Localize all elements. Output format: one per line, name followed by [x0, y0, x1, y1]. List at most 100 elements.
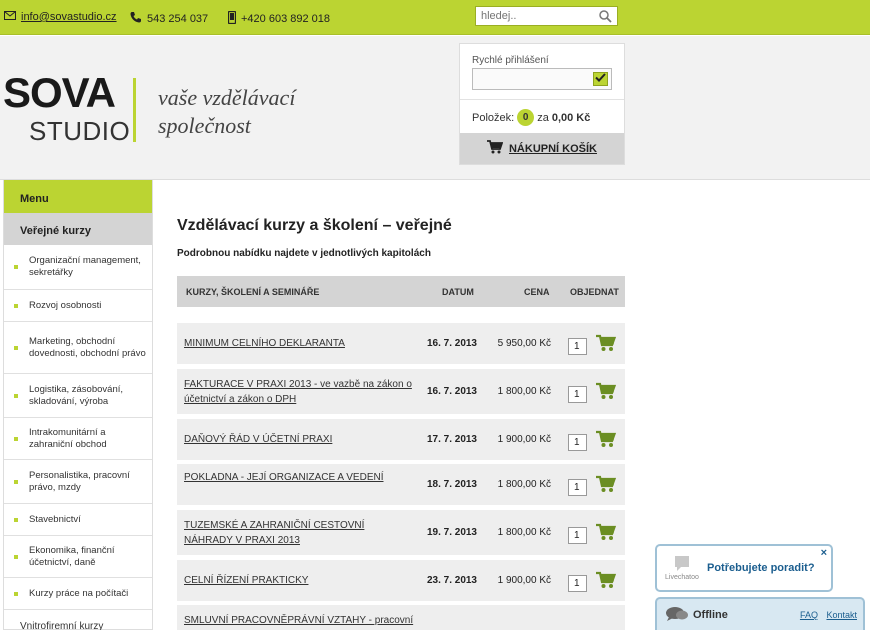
cart-bar[interactable]: NÁKUPNÍ KOŠÍK [460, 133, 624, 164]
course-date: 23. 7. 2013 [426, 574, 477, 586]
bullet-icon [14, 517, 18, 522]
add-to-cart-icon[interactable] [596, 571, 617, 592]
mobile-contact: +420 603 892 018 [227, 10, 331, 27]
sidebar-item-hr[interactable]: Personalistika, pracovní právo, mzdy [4, 460, 152, 504]
quick-login-input[interactable] [472, 68, 612, 90]
tagline-line-1: vaše vzdělávací [158, 85, 296, 110]
course-link[interactable]: DAŇOVÝ ŘÁD V ÚČETNÍ PRAXI [184, 432, 414, 447]
logo-divider [133, 78, 136, 142]
envelope-icon [4, 11, 16, 23]
chat-invite-bubble[interactable]: Livechatoo Potřebujete poradit? × [655, 544, 833, 592]
chat-brand: Livechatoo [665, 574, 699, 581]
sidebar-item-computer-courses[interactable]: Kurzy práce na počítači [4, 578, 152, 610]
quantity-input[interactable]: 1 [568, 433, 587, 451]
close-icon[interactable]: × [821, 547, 827, 559]
course-link[interactable]: TUZEMSKÉ A ZAHRANIČNÍ CESTOVNÍ NÁHRADY V… [184, 518, 414, 548]
email-contact: info@sovastudio.cz [4, 11, 117, 23]
quantity-input[interactable]: 1 [568, 574, 587, 592]
items-label: Položek: [472, 111, 515, 124]
tagline: vaše vzdělávací společnost [158, 84, 295, 140]
chat-links: FAQ Kontakt [794, 610, 857, 620]
table-row: MINIMUM CELNÍHO DEKLARANTA 16. 7. 2013 5 9… [177, 323, 625, 364]
sidebar-item-foreign-trade[interactable]: Intrakomunitární a zahraniční obchod [4, 418, 152, 460]
table-row: FAKTURACE V PRAXI 2013 - ve vazbě na zák… [177, 369, 625, 414]
cart-count-badge: 0 [517, 109, 535, 126]
column-header-name: KURZY, ŠKOLENÍ A SEMINÁŘE [186, 287, 320, 297]
items-for-label: za [537, 111, 549, 124]
email-link[interactable]: info@sovastudio.cz [21, 11, 117, 23]
logo-studio[interactable]: STUDIO [29, 118, 130, 144]
faq-link[interactable]: FAQ [800, 610, 818, 620]
phone-number: 543 254 037 [147, 12, 209, 25]
sidebar-item-logistics[interactable]: Logistika, zásobování, skladování, výrob… [4, 374, 152, 418]
course-price: 1 900,00 Kč [497, 574, 551, 586]
table-row: TUZEMSKÉ A ZAHRANIČNÍ CESTOVNÍ NÁHRADY V… [177, 510, 625, 555]
table-row: CELNÍ ŘÍZENÍ PRAKTICKY 23. 7. 2013 1 900,0… [177, 560, 625, 601]
course-price: 1 800,00 Kč [497, 478, 551, 490]
column-header-price: CENA [524, 287, 550, 297]
add-to-cart-icon[interactable] [596, 475, 617, 496]
quantity-input[interactable]: 1 [568, 337, 587, 355]
sidebar-item-construction[interactable]: Stavebnictví [4, 504, 152, 536]
course-link[interactable]: POKLADNA - JEJÍ ORGANIZACE A VEDENÍ [184, 470, 414, 485]
course-date: 17. 7. 2013 [426, 433, 477, 445]
column-header-date: DATUM [442, 287, 474, 297]
table-header: KURZY, ŠKOLENÍ A SEMINÁŘE DATUM CENA OBJ… [177, 276, 625, 307]
divider [460, 99, 624, 100]
contact-link[interactable]: Kontakt [826, 610, 857, 620]
sidebar-item-management[interactable]: Organizační management, sekretářky [4, 245, 152, 290]
bullet-icon [14, 479, 18, 484]
sidebar-item-inhouse-courses[interactable]: Vnitrofiremní kurzy [4, 610, 152, 630]
cart-summary: Položek: 0 za 0,00 Kč [472, 109, 590, 126]
chat-question[interactable]: Potřebujete poradit? [707, 562, 815, 574]
cart-link[interactable]: NÁKUPNÍ KOŠÍK [509, 143, 597, 155]
course-price: 1 800,00 Kč [497, 385, 551, 397]
sidebar-category-public-courses[interactable]: Veřejné kurzy [4, 213, 152, 245]
phone-icon [130, 11, 142, 26]
login-box: Rychlé přihlášení Položek: 0 za 0,00 Kč … [459, 43, 625, 165]
add-to-cart-icon[interactable] [596, 523, 617, 544]
course-date: 16. 7. 2013 [426, 337, 477, 349]
sidebar-item-label: Ekonomika, finanční účetnictví, daně [29, 544, 115, 568]
course-link[interactable]: FAKTURACE V PRAXI 2013 - ve vazbě na zák… [184, 377, 414, 407]
course-link[interactable]: CELNÍ ŘÍZENÍ PRAKTICKY [184, 573, 414, 588]
sidebar-item-label: Organizační management, sekretářky [29, 255, 141, 278]
sidebar-item-economics[interactable]: Ekonomika, finanční účetnictví, daně [4, 536, 152, 578]
bullet-icon [14, 303, 18, 308]
phone-contact: 543 254 037 [130, 11, 208, 26]
course-link[interactable]: MINIMUM CELNÍHO DEKLARANTA [184, 336, 414, 351]
quantity-input[interactable]: 1 [568, 526, 587, 544]
add-to-cart-icon[interactable] [596, 334, 617, 355]
course-date: 18. 7. 2013 [426, 478, 477, 490]
course-price: 5 950,00 Kč [497, 337, 551, 349]
course-date: 16. 7. 2013 [426, 385, 477, 397]
top-bar: info@sovastudio.cz 543 254 037 +420 603 … [0, 0, 870, 35]
sidebar: Menu Veřejné kurzy Organizační managemen… [3, 180, 153, 630]
search-input[interactable] [476, 10, 591, 22]
add-to-cart-icon[interactable] [596, 430, 617, 451]
login-submit-button[interactable] [593, 72, 608, 86]
checkmark-icon [595, 73, 606, 85]
mobile-number: +420 603 892 018 [241, 13, 331, 25]
logo-sova[interactable]: SOVA [3, 72, 116, 114]
add-to-cart-icon[interactable] [596, 382, 617, 403]
bullet-icon [14, 265, 18, 269]
sidebar-item-personal-development[interactable]: Rozvoj osobnosti [4, 290, 152, 322]
sidebar-menu-header: Menu [4, 180, 152, 213]
sidebar-item-label: Stavebnictví [29, 513, 81, 525]
course-price: 1 800,00 Kč [497, 526, 551, 538]
chat-bubble-icon [674, 555, 690, 575]
quantity-input[interactable]: 1 [568, 385, 587, 403]
sidebar-item-label: Kurzy práce na počítači [29, 587, 129, 599]
search-icon[interactable] [599, 10, 612, 26]
tagline-line-2: společnost [158, 113, 251, 138]
course-date: 19. 7. 2013 [426, 526, 477, 538]
sidebar-item-marketing[interactable]: Marketing, obchodní dovednosti, obchodní… [4, 322, 152, 374]
course-link[interactable]: SMLUVNÍ PRACOVNĚPRÁVNÍ VZTAHY - pracovní [184, 613, 414, 628]
quantity-input[interactable]: 1 [568, 478, 587, 496]
search-box [475, 6, 618, 26]
bullet-icon [14, 591, 18, 596]
sidebar-item-label: Intrakomunitární a zahraniční obchod [29, 426, 107, 450]
table-row: POKLADNA - JEJÍ ORGANIZACE A VEDENÍ 18. 7… [177, 464, 625, 505]
chat-status-bar[interactable]: Offline FAQ Kontakt [655, 597, 865, 630]
